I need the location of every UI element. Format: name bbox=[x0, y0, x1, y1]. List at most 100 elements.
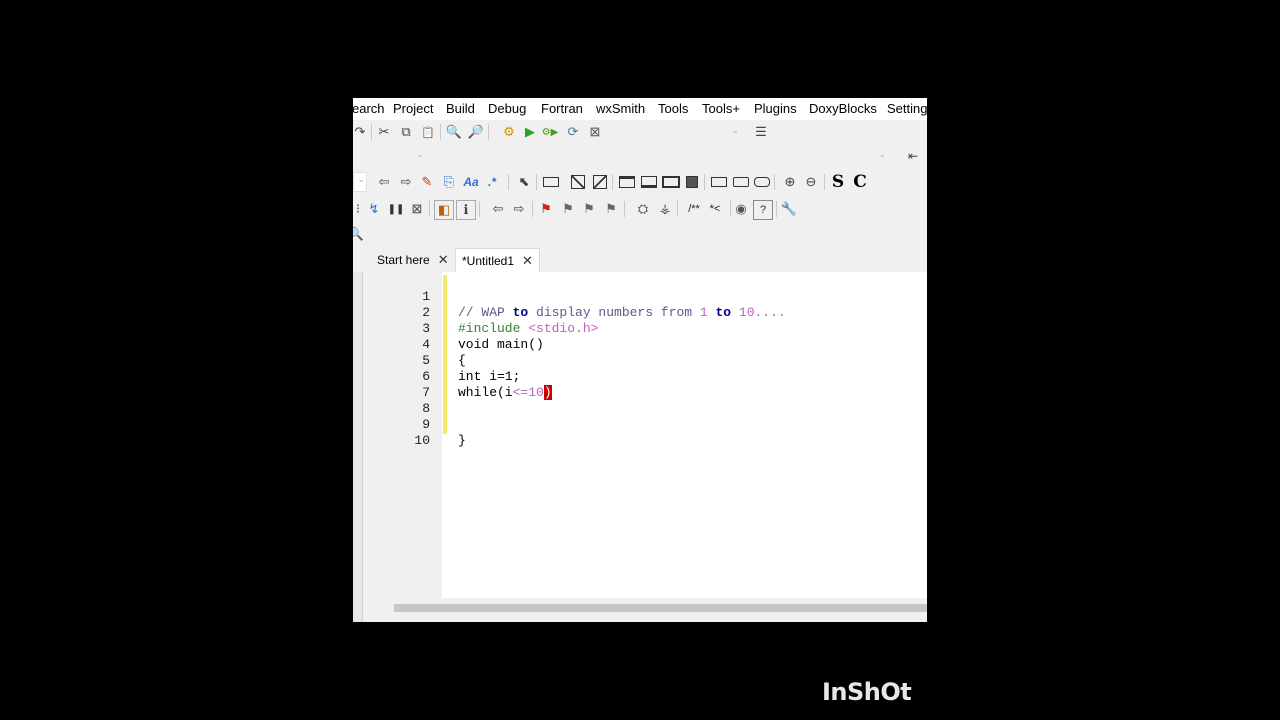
doxy-block-comment-button[interactable]: /** bbox=[683, 200, 705, 218]
run-icon[interactable]: ▶ bbox=[521, 123, 539, 141]
doxy-wizard-icon[interactable]: ⛭ bbox=[634, 200, 652, 218]
scrollbar-thumb[interactable] bbox=[394, 604, 927, 612]
code-line: 2 #include <stdio.h> bbox=[373, 289, 927, 336]
magnifier-icon[interactable]: 🔍 bbox=[353, 225, 365, 243]
abort-icon[interactable]: ⊠ bbox=[586, 123, 604, 141]
select-cursor-icon[interactable]: ⬉ bbox=[515, 173, 533, 191]
ide-window: earch Project Build Debug Fortran wxSmit… bbox=[353, 98, 927, 622]
find-icon[interactable]: 🔍 bbox=[445, 123, 463, 141]
doxy-line-comment-button[interactable]: *< bbox=[705, 200, 725, 218]
nav-back-icon[interactable]: ⇦ bbox=[489, 200, 507, 218]
replace-icon[interactable]: 🔎 bbox=[467, 123, 485, 141]
zoom-out-icon[interactable]: ⊖ bbox=[802, 173, 820, 191]
block-b-icon[interactable] bbox=[640, 173, 658, 191]
tab-untitled1[interactable]: *Untitled1 ✕ bbox=[455, 248, 540, 273]
box-cross-icon[interactable] bbox=[569, 173, 587, 191]
step-out-icon[interactable]: ↯ bbox=[365, 200, 383, 218]
tab-start-here[interactable]: Start here ✕ bbox=[377, 248, 449, 272]
copy-icon[interactable]: ⧉ bbox=[397, 123, 415, 141]
toolbar-separator bbox=[440, 124, 441, 140]
extra-toolbar: 🔍 bbox=[353, 222, 927, 246]
shape-b-icon[interactable] bbox=[732, 173, 750, 191]
block-a-icon[interactable] bbox=[618, 173, 636, 191]
forward-arrow-icon[interactable]: ⇨ bbox=[397, 173, 415, 191]
rectangle-icon[interactable] bbox=[542, 173, 560, 191]
management-panel-strip[interactable] bbox=[353, 248, 363, 622]
tab-label: Start here bbox=[377, 253, 430, 267]
doxy-settings-icon[interactable]: 🔧 bbox=[780, 200, 798, 218]
doxy-html-icon[interactable]: ◉ bbox=[732, 200, 750, 218]
selected-text-icon[interactable]: ⎘ bbox=[440, 173, 458, 191]
code-completion-toolbar: ⌄ ⌄ ⇤ bbox=[353, 144, 927, 168]
toolbar-separator bbox=[730, 201, 731, 217]
code-line: 8 bbox=[373, 385, 927, 416]
toolbar-separator bbox=[612, 174, 613, 190]
menu-fortran[interactable]: Fortran bbox=[541, 101, 583, 116]
block-c-icon[interactable] bbox=[662, 173, 680, 191]
menu-doxyblocks[interactable]: DoxyBlocks bbox=[809, 101, 877, 116]
s-button[interactable]: S bbox=[829, 172, 847, 192]
code-line: 6 while(i<=10) bbox=[373, 353, 927, 400]
code-line: 10 bbox=[373, 417, 927, 448]
build-log-icon[interactable]: ☰ bbox=[752, 123, 770, 141]
highlight-icon[interactable]: ✎ bbox=[418, 173, 436, 191]
chevron-down-icon: ⌄ bbox=[416, 149, 424, 159]
menu-tools-plus[interactable]: Tools+ bbox=[702, 101, 740, 116]
menu-plugins[interactable]: Plugins bbox=[754, 101, 797, 116]
doxy-extract-icon[interactable]: ⚶ bbox=[656, 200, 674, 218]
chevron-down-icon: ⌄ bbox=[878, 149, 886, 159]
menu-tools[interactable]: Tools bbox=[658, 101, 688, 116]
toolbar-separator bbox=[488, 124, 489, 140]
scope-combo[interactable]: ⌄ bbox=[353, 147, 429, 167]
code-line: 3 void main() bbox=[373, 305, 927, 352]
doxy-help-icon[interactable]: ? bbox=[753, 200, 773, 220]
menu-build[interactable]: Build bbox=[446, 101, 475, 116]
toolbar-separator bbox=[371, 124, 372, 140]
toolbar-separator bbox=[429, 201, 430, 217]
rebuild-icon[interactable]: ⟳ bbox=[564, 123, 582, 141]
shape-c-icon[interactable] bbox=[753, 173, 771, 191]
function-combo[interactable]: ⌄ bbox=[431, 147, 891, 167]
cut-icon[interactable]: ✂ bbox=[375, 123, 393, 141]
regex-icon[interactable]: .* bbox=[483, 173, 501, 191]
horizontal-scrollbar[interactable] bbox=[373, 598, 927, 622]
pause-icon[interactable]: ❚❚ bbox=[387, 200, 405, 218]
toolbar-separator bbox=[532, 201, 533, 217]
search-combo[interactable]: ⌄ bbox=[353, 172, 367, 192]
c-button[interactable]: C bbox=[851, 172, 869, 192]
menu-settings[interactable]: Settings bbox=[887, 101, 927, 116]
build-and-run-icon[interactable]: ⚙▶ bbox=[541, 123, 559, 141]
stop-debug-icon[interactable]: ⊠ bbox=[408, 200, 426, 218]
menu-project[interactable]: Project bbox=[393, 101, 433, 116]
zoom-in-icon[interactable]: ⊕ bbox=[781, 173, 799, 191]
code-editor[interactable]: 1 // WAP to display numbers from 1 to 10… bbox=[373, 272, 927, 598]
close-icon[interactable]: ✕ bbox=[438, 252, 449, 268]
debug-windows-icon[interactable]: ◧ bbox=[434, 200, 454, 220]
prev-bookmark-icon[interactable]: ⚑ bbox=[559, 200, 577, 218]
code-line: 9 } bbox=[373, 401, 927, 448]
debugger-toolbar: ⁝ ↯ ❚❚ ⊠ ◧ ℹ ⇦ ⇨ ⚑ ⚑ ⚑ ⚑ ⛭ ⚶ /** *< ◉ ? … bbox=[353, 197, 927, 221]
box-diagonal-icon[interactable] bbox=[591, 173, 609, 191]
paste-icon[interactable]: 📋 bbox=[419, 123, 437, 141]
menu-wxsmith[interactable]: wxSmith bbox=[596, 101, 645, 116]
jump-back-icon[interactable]: ⇤ bbox=[904, 147, 922, 165]
menu-search[interactable]: earch bbox=[353, 101, 385, 116]
redo-icon[interactable]: ↷ bbox=[353, 123, 369, 141]
menu-debug[interactable]: Debug bbox=[488, 101, 526, 116]
build-gear-icon[interactable]: ⚙ bbox=[500, 123, 518, 141]
close-icon[interactable]: ✕ bbox=[522, 253, 533, 269]
block-d-icon[interactable] bbox=[683, 173, 701, 191]
bookmark-flag-icon[interactable]: ⚑ bbox=[537, 200, 555, 218]
match-case-icon[interactable]: Aa bbox=[462, 173, 480, 191]
toolbar-separator bbox=[824, 174, 825, 190]
next-bookmark-icon[interactable]: ⚑ bbox=[580, 200, 598, 218]
info-icon[interactable]: ℹ bbox=[456, 200, 476, 220]
back-arrow-icon[interactable]: ⇦ bbox=[375, 173, 393, 191]
toolbar-separator bbox=[704, 174, 705, 190]
search-toolbar: ⌄ ⇦ ⇨ ✎ ⎘ Aa .* ⬉ ⊕ ⊖ S C bbox=[353, 170, 927, 194]
chevron-down-icon: ⌄ bbox=[731, 125, 739, 135]
build-target-combo[interactable]: ⌄ bbox=[606, 123, 744, 143]
shape-a-icon[interactable] bbox=[710, 173, 728, 191]
nav-forward-icon[interactable]: ⇨ bbox=[510, 200, 528, 218]
clear-bookmark-icon[interactable]: ⚑ bbox=[602, 200, 620, 218]
